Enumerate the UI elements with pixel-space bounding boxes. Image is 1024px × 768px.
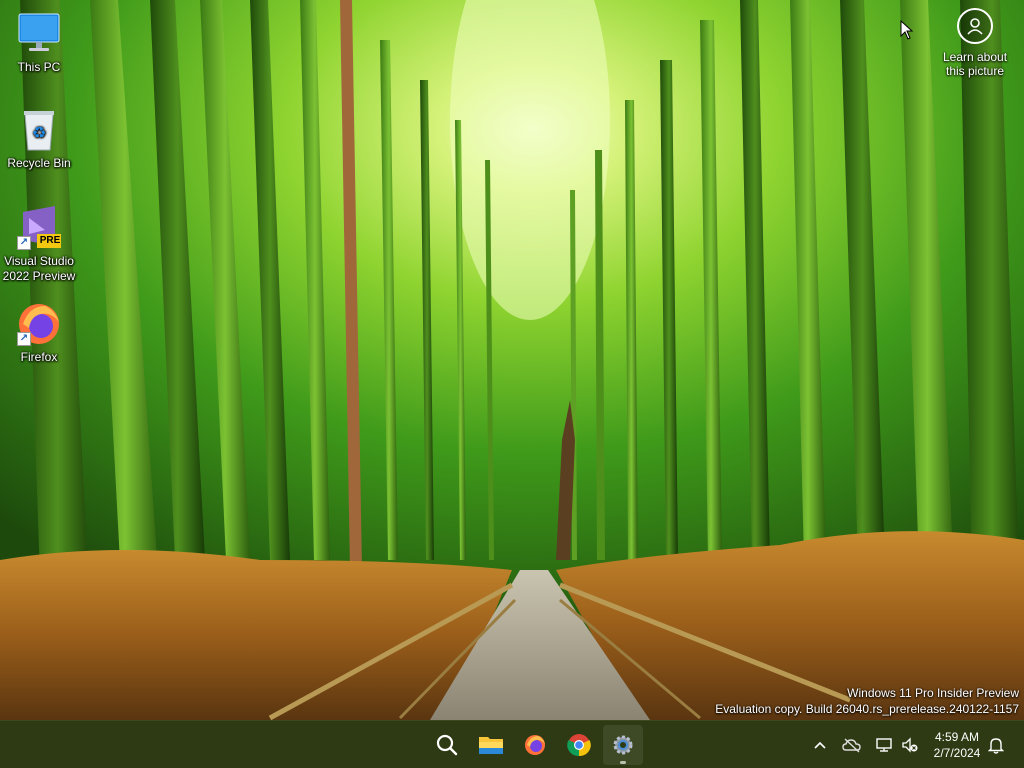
taskbar-firefox-button[interactable] bbox=[515, 725, 555, 765]
clock-time: 4:59 AM bbox=[934, 730, 980, 744]
volume-tray-button[interactable] bbox=[898, 733, 922, 757]
taskbar-search-button[interactable] bbox=[427, 725, 467, 765]
desktop-icon-label: Firefox bbox=[20, 350, 58, 364]
desktop-icon-visual-studio[interactable]: PRE ↗ Visual Studio 2022 Preview bbox=[2, 204, 76, 284]
taskbar-chrome-button[interactable] bbox=[559, 725, 599, 765]
notification-center-button[interactable] bbox=[984, 733, 1008, 757]
desktop-icon-label: Recycle Bin bbox=[7, 156, 71, 170]
desktop-icon-firefox[interactable]: ↗ Firefox bbox=[2, 300, 76, 365]
learn-about-picture[interactable]: Learn about this picture bbox=[936, 8, 1014, 78]
settings-gear-icon bbox=[613, 735, 633, 755]
desktop-icon-this-pc[interactable]: This PC bbox=[2, 10, 76, 75]
onedrive-offline-icon bbox=[842, 738, 861, 753]
camera-person-icon bbox=[957, 8, 993, 44]
volume-muted-icon bbox=[902, 737, 918, 753]
desktop-icon-label: Visual Studio 2022 Preview bbox=[2, 254, 76, 283]
chrome-icon bbox=[567, 734, 591, 757]
shortcut-arrow-icon: ↗ bbox=[17, 332, 31, 346]
recycle-bin-icon: ♻ bbox=[15, 106, 63, 154]
firefox-icon: ↗ bbox=[15, 300, 63, 348]
running-indicator bbox=[620, 761, 626, 764]
watermark-build: Evaluation copy. Build 26040.rs_prerelea… bbox=[715, 702, 1019, 716]
svg-text:♻: ♻ bbox=[32, 123, 46, 142]
firefox-icon bbox=[525, 735, 545, 755]
taskbar-settings-button[interactable] bbox=[603, 725, 643, 765]
network-icon bbox=[876, 738, 892, 752]
search-icon bbox=[436, 734, 458, 756]
taskbar: 4:59 AM 2/7/2024 bbox=[0, 720, 1024, 768]
desktop-wallpaper bbox=[0, 0, 1024, 720]
notification-bell-icon bbox=[988, 738, 1004, 754]
watermark-edition: Windows 11 Pro Insider Preview bbox=[847, 686, 1019, 700]
show-hidden-icons-button[interactable] bbox=[808, 733, 832, 757]
chevron-up-icon bbox=[814, 741, 826, 749]
desktop-icon-label: This PC bbox=[17, 60, 61, 74]
pre-badge: PRE bbox=[39, 235, 61, 246]
monitor-icon bbox=[15, 10, 63, 58]
learn-about-picture-label: Learn about this picture bbox=[942, 50, 1008, 78]
visual-studio-icon: PRE ↗ bbox=[15, 204, 63, 252]
mouse-cursor-icon bbox=[900, 19, 914, 45]
network-tray-button[interactable] bbox=[872, 733, 896, 757]
shortcut-arrow-icon: ↗ bbox=[17, 236, 31, 250]
windows-watermark: Windows 11 Pro Insider Preview Evaluatio… bbox=[715, 685, 1019, 717]
desktop-icon-recycle-bin[interactable]: ♻ Recycle Bin bbox=[2, 106, 76, 171]
onedrive-tray-button[interactable] bbox=[840, 733, 864, 757]
taskbar-clock[interactable]: 4:59 AM 2/7/2024 bbox=[922, 729, 992, 761]
folder-icon bbox=[479, 737, 503, 754]
taskbar-file-explorer-button[interactable] bbox=[471, 725, 511, 765]
clock-date: 2/7/2024 bbox=[933, 746, 981, 760]
